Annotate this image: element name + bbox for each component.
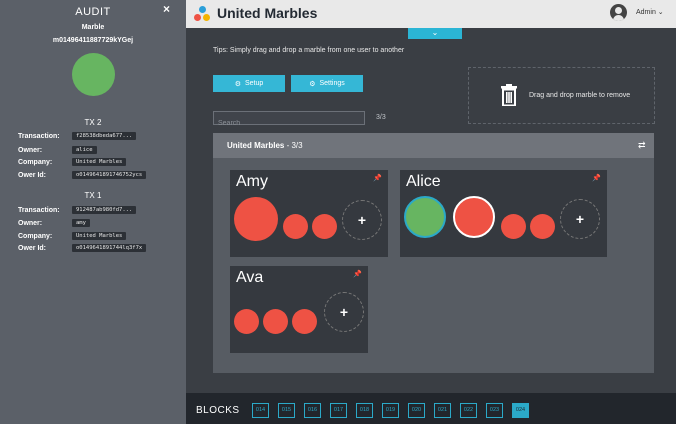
blocks-bar: BLOCKS 014 015 016 017 018 019 020 021 0… bbox=[186, 393, 676, 424]
add-marble-button[interactable]: + bbox=[560, 199, 600, 239]
marble[interactable] bbox=[501, 214, 526, 239]
tx-value: amy bbox=[72, 219, 90, 227]
audit-marble bbox=[72, 53, 115, 96]
tx-label: Ower Id: bbox=[18, 244, 47, 252]
marble[interactable] bbox=[234, 309, 259, 334]
company-count: - 3/3 bbox=[286, 141, 303, 150]
search-count: 3/3 bbox=[376, 114, 386, 121]
setup-button[interactable]: ⚙ Setup bbox=[213, 75, 285, 92]
avatar[interactable] bbox=[610, 4, 627, 21]
tx-label: Company: bbox=[18, 158, 53, 166]
tx-label: Transaction: bbox=[18, 132, 60, 140]
user-card-alice: Alice 📌 + bbox=[400, 170, 607, 257]
tx-row: Ower Id: o0149641891744lq3f7x bbox=[18, 243, 147, 253]
admin-menu[interactable]: Admin ⌄ bbox=[636, 8, 664, 16]
tx-row: Company: United Marbles bbox=[18, 157, 127, 167]
setup-label: Setup bbox=[244, 80, 264, 87]
marble[interactable] bbox=[312, 214, 337, 239]
marble-label: Marble bbox=[81, 24, 105, 31]
block-item[interactable]: 022 bbox=[460, 403, 477, 418]
tx-value: United Marbles bbox=[72, 232, 127, 240]
panel-header: United Marbles - 3/3 ⇄ bbox=[213, 133, 654, 158]
admin-label: Admin bbox=[636, 9, 656, 16]
block-item[interactable]: 020 bbox=[408, 403, 425, 418]
tx-value: o0149641891744lq3f7x bbox=[72, 244, 147, 252]
app-title: United Marbles bbox=[217, 5, 318, 21]
tx-value: f28538dbeda677... bbox=[72, 132, 137, 140]
tx-value: 912487ab980fd7... bbox=[72, 206, 137, 214]
pin-icon[interactable]: 📌 bbox=[353, 270, 362, 278]
marble[interactable] bbox=[292, 309, 317, 334]
tx-label: Owner: bbox=[18, 219, 43, 227]
search-input[interactable] bbox=[214, 117, 362, 130]
marble[interactable] bbox=[283, 214, 308, 239]
tx-row: Ower Id: o0149641891746752ycs bbox=[18, 170, 147, 180]
block-item-active[interactable]: 024 bbox=[512, 403, 529, 418]
marble[interactable] bbox=[453, 196, 495, 238]
tips-text: Tips: Simply drag and drop a marble from… bbox=[213, 47, 405, 54]
top-bar: United Marbles Admin ⌄ bbox=[186, 0, 676, 28]
pin-icon[interactable]: 📌 bbox=[592, 174, 601, 182]
tx-row: Transaction: f28538dbeda677... bbox=[18, 131, 137, 141]
panel-title: United Marbles - 3/3 bbox=[227, 141, 303, 150]
block-item[interactable]: 023 bbox=[486, 403, 503, 418]
gears-icon: ⚙ bbox=[234, 80, 241, 88]
close-icon[interactable]: × bbox=[163, 2, 170, 16]
user-card-ava: Ava 📌 + bbox=[230, 266, 368, 353]
tx-title: TX 1 bbox=[84, 191, 102, 200]
tx-label: Ower Id: bbox=[18, 171, 47, 179]
settings-button[interactable]: ⚙ Settings bbox=[291, 75, 363, 92]
block-item[interactable]: 019 bbox=[382, 403, 399, 418]
search-box bbox=[213, 111, 365, 130]
tx-row: Company: United Marbles bbox=[18, 231, 127, 241]
marble-id: m01496411887729kYGej bbox=[52, 37, 134, 44]
trash-icon bbox=[501, 84, 517, 106]
user-name: Ava bbox=[236, 269, 264, 286]
user-name: Alice bbox=[406, 173, 441, 190]
user-card-amy: Amy 📌 + bbox=[230, 170, 388, 257]
chevron-down-icon[interactable]: ⌄ bbox=[408, 28, 462, 39]
audit-title: AUDIT bbox=[75, 6, 111, 18]
pin-icon[interactable]: 📌 bbox=[373, 174, 382, 182]
trash-dropzone[interactable]: Drag and drop marble to remove bbox=[468, 67, 655, 124]
tx-value: United Marbles bbox=[72, 158, 127, 166]
tx-row: Transaction: 912487ab980fd7... bbox=[18, 205, 137, 215]
marble[interactable] bbox=[404, 196, 446, 238]
tx-label: Owner: bbox=[18, 146, 43, 154]
tx-row: Owner: amy bbox=[18, 218, 90, 228]
company-panel: United Marbles - 3/3 ⇄ Amy 📌 + Alice 📌 +… bbox=[213, 133, 654, 373]
block-item[interactable]: 018 bbox=[356, 403, 373, 418]
marble[interactable] bbox=[234, 197, 278, 241]
tx-label: Company: bbox=[18, 232, 53, 240]
tx-value: o0149641891746752ycs bbox=[72, 171, 147, 179]
block-item[interactable]: 017 bbox=[330, 403, 347, 418]
block-item[interactable]: 015 bbox=[278, 403, 295, 418]
block-item[interactable]: 016 bbox=[304, 403, 321, 418]
tx-title: TX 2 bbox=[84, 118, 102, 127]
chevron-down-icon: ⌄ bbox=[655, 9, 664, 16]
tx-label: Transaction: bbox=[18, 206, 60, 214]
settings-label: Settings bbox=[319, 80, 345, 87]
block-item[interactable]: 014 bbox=[252, 403, 269, 418]
add-marble-button[interactable]: + bbox=[324, 292, 364, 332]
tx-value: alice bbox=[72, 146, 97, 154]
company-name: United Marbles bbox=[227, 141, 285, 150]
trash-label: Drag and drop marble to remove bbox=[529, 92, 631, 99]
app-logo-icon bbox=[194, 6, 210, 22]
audit-panel: AUDIT × Marble m01496411887729kYGej TX 2… bbox=[0, 0, 186, 424]
add-marble-button[interactable]: + bbox=[342, 200, 382, 240]
block-item[interactable]: 021 bbox=[434, 403, 451, 418]
blocks-label: BLOCKS bbox=[196, 405, 240, 416]
marble[interactable] bbox=[530, 214, 555, 239]
gear-icon: ⚙ bbox=[309, 80, 316, 88]
swap-icon[interactable]: ⇄ bbox=[638, 140, 646, 151]
user-name: Amy bbox=[236, 173, 268, 190]
marble[interactable] bbox=[263, 309, 288, 334]
tx-row: Owner: alice bbox=[18, 145, 97, 155]
